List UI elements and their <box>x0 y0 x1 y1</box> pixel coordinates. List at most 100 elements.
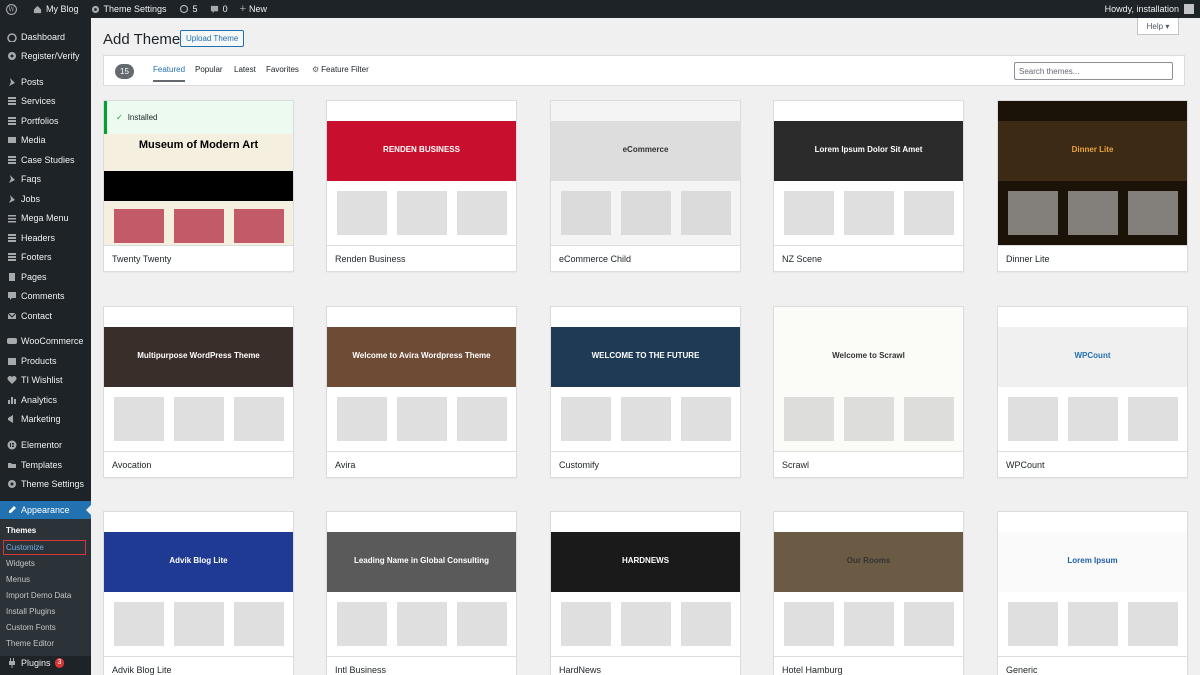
theme-screenshot[interactable]: Dinner Lite <box>998 101 1187 245</box>
sidebar-item-contact[interactable]: Contact <box>0 307 91 325</box>
sidebar-item-marketing[interactable]: Marketing <box>0 410 91 428</box>
theme-screenshot[interactable]: Our Rooms <box>774 512 963 656</box>
sidebar-item-headers[interactable]: Headers <box>0 229 91 247</box>
theme-card[interactable]: Advik Blog Lite Advik Blog Lite <box>103 511 294 675</box>
sidebar-item-analytics[interactable]: Analytics <box>0 391 91 409</box>
svg-text:W: W <box>8 6 15 13</box>
theme-card[interactable]: Multipurpose WordPress Theme Avocation <box>103 306 294 478</box>
theme-card[interactable]: RENDEN BUSINESS Renden Business <box>326 100 517 272</box>
plus-icon: + <box>239 3 247 15</box>
theme-card[interactable]: Lorem Ipsum Generic <box>997 511 1188 675</box>
theme-screenshot[interactable]: Leading Name in Global Consulting <box>327 512 516 656</box>
theme-name: WPCount <box>998 451 1187 477</box>
new-content-link[interactable]: + New <box>234 0 273 18</box>
sidebar-item-faqs[interactable]: Faqs <box>0 170 91 188</box>
updates-link[interactable]: 5 <box>173 0 204 18</box>
submenu-custom-fonts[interactable]: Custom Fonts <box>0 620 91 635</box>
submenu-install-plugins[interactable]: Install Plugins <box>0 604 91 619</box>
theme-screenshot[interactable]: RENDEN BUSINESS <box>327 101 516 245</box>
theme-card[interactable]: Lorem Ipsum Dolor Sit Amet NZ Scene <box>773 100 964 272</box>
theme-card[interactable]: Leading Name in Global Consulting Intl Bu… <box>326 511 517 675</box>
sidebar-item-templates[interactable]: Templates <box>0 456 91 474</box>
screenshot-heading: HARDNEWS <box>621 556 670 565</box>
feature-filter-button[interactable]: ⚙ Feature Filter <box>312 65 369 74</box>
theme-card[interactable]: HARDNEWS HardNews <box>550 511 741 675</box>
theme-screenshot[interactable]: Welcome to Avira Wordpress Theme <box>327 307 516 451</box>
theme-card[interactable]: eCommerce eCommerce Child <box>550 100 741 272</box>
theme-card[interactable]: Dinner Lite Dinner Lite <box>997 100 1188 272</box>
sidebar-item-footers[interactable]: Footers <box>0 248 91 266</box>
theme-card[interactable]: Museum of Modern Art ✓ Installed Twenty Twe… <box>103 100 294 272</box>
sidebar-item-portfolios[interactable]: Portfolios <box>0 112 91 130</box>
installed-notice: ✓ Installed <box>104 101 293 134</box>
sidebar-item-products[interactable]: Products <box>0 352 91 370</box>
theme-screenshot[interactable]: Welcome to Scrawl <box>774 307 963 451</box>
sidebar-item-posts[interactable]: Posts <box>0 73 91 91</box>
theme-card[interactable]: Our Rooms Hotel Hamburg <box>773 511 964 675</box>
screenshot-block <box>621 191 671 235</box>
menu-icon <box>6 213 17 224</box>
comments-count: 0 <box>222 4 228 14</box>
theme-screenshot[interactable]: eCommerce <box>551 101 740 245</box>
theme-screenshot[interactable]: Advik Blog Lite <box>104 512 293 656</box>
sidebar-item-woocommerce[interactable]: WooCommerce <box>0 332 91 350</box>
tab-popular[interactable]: Popular <box>195 65 223 74</box>
installed-label: Installed <box>127 113 158 122</box>
submenu-customize[interactable]: Customize <box>3 540 86 555</box>
sidebar-item-ti-wishlist[interactable]: TI Wishlist <box>0 371 91 389</box>
sidebar-item-register-verify[interactable]: Register/Verify <box>0 47 91 65</box>
sidebar-item-comments[interactable]: Comments <box>0 287 91 305</box>
sidebar-item-dashboard[interactable]: Dashboard <box>0 28 91 46</box>
site-name-link[interactable]: My Blog <box>27 0 85 18</box>
theme-screenshot[interactable]: Multipurpose WordPress Theme <box>104 307 293 451</box>
sidebar-item-media[interactable]: Media <box>0 131 91 149</box>
submenu-import-demo-data[interactable]: Import Demo Data <box>0 588 91 603</box>
pin-icon <box>6 77 17 88</box>
sidebar-item-appearance[interactable]: Appearance <box>0 501 91 519</box>
screenshot-block <box>1008 191 1058 235</box>
theme-screenshot[interactable]: WPCount <box>998 307 1187 451</box>
screenshot-block <box>784 397 834 441</box>
comments-link[interactable]: 0 <box>204 0 234 18</box>
my-account[interactable]: Howdy, installation <box>1105 4 1200 14</box>
sidebar-item-mega-menu[interactable]: Mega Menu <box>0 209 91 227</box>
theme-card[interactable]: Welcome to Scrawl Scrawl <box>773 306 964 478</box>
sidebar-item-label: Elementor <box>21 440 63 450</box>
search-themes-input[interactable] <box>1014 62 1173 80</box>
theme-settings-link[interactable]: Theme Settings <box>85 0 173 18</box>
theme-screenshot[interactable]: WELCOME TO THE FUTURE <box>551 307 740 451</box>
sidebar-item-theme-settings[interactable]: Theme Settings <box>0 475 91 493</box>
sidebar-item-pages[interactable]: Pages <box>0 268 91 286</box>
submenu-menus[interactable]: Menus <box>0 572 91 587</box>
theme-card[interactable]: Welcome to Avira Wordpress Theme Avira <box>326 306 517 478</box>
sidebar-item-jobs[interactable]: Jobs <box>0 190 91 208</box>
screenshot-block <box>1068 602 1118 646</box>
help-button[interactable]: Help ▾ <box>1137 18 1179 35</box>
submenu-widgets[interactable]: Widgets <box>0 556 91 571</box>
theme-screenshot[interactable]: HARDNEWS <box>551 512 740 656</box>
tab-favorites[interactable]: Favorites <box>266 65 299 74</box>
wp-logo-icon[interactable]: W <box>0 0 27 18</box>
theme-screenshot[interactable]: Lorem Ipsum <box>998 512 1187 656</box>
theme-name: Hotel Hamburg <box>774 656 963 675</box>
theme-card[interactable]: WELCOME TO THE FUTURE Customify <box>550 306 741 478</box>
home-icon <box>33 5 42 13</box>
screenshot-block <box>457 602 507 646</box>
sidebar-item-elementor[interactable]: Elementor <box>0 436 91 454</box>
theme-name: Scrawl <box>774 451 963 477</box>
submenu-themes[interactable]: Themes <box>0 523 91 538</box>
sidebar-item-plugins[interactable]: Plugins 3 <box>0 654 91 672</box>
sidebar-item-case-studies[interactable]: Case Studies <box>0 151 91 169</box>
tab-featured[interactable]: Featured <box>153 65 186 82</box>
sidebar-item-label: Faqs <box>21 174 42 184</box>
screenshot-block <box>337 397 387 441</box>
theme-card[interactable]: WPCount WPCount <box>997 306 1188 478</box>
comment-icon <box>210 5 218 13</box>
upload-theme-button[interactable]: Upload Theme <box>180 30 245 47</box>
theme-screenshot[interactable]: Lorem Ipsum Dolor Sit Amet <box>774 101 963 245</box>
theme-name: Customify <box>551 451 740 477</box>
tab-latest[interactable]: Latest <box>234 65 256 74</box>
submenu-theme-editor[interactable]: Theme Editor <box>0 636 91 651</box>
sidebar-item-services[interactable]: Services <box>0 92 91 110</box>
theme-name: eCommerce Child <box>551 245 740 271</box>
